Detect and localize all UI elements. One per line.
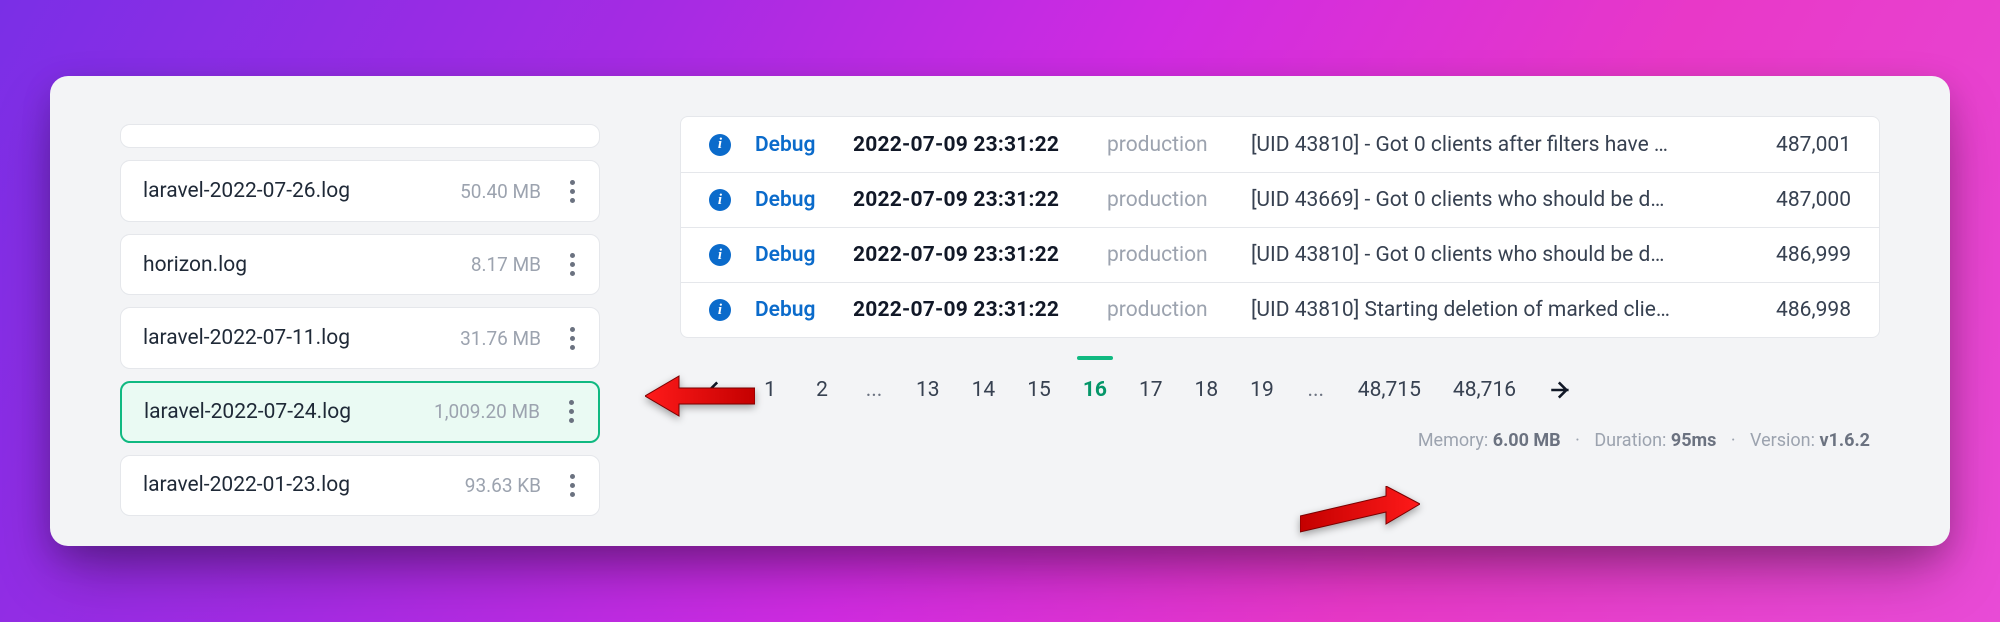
log-level: Debug: [755, 188, 829, 212]
file-row-placeholder: [120, 124, 600, 148]
main-panel: i Debug 2022-07-09 23:31:22 production [UID …: [680, 116, 1880, 516]
pager-page[interactable]: 16: [1071, 366, 1119, 414]
version-value: v1.6.2: [1819, 430, 1870, 451]
memory-value: 6.00 MB: [1493, 430, 1561, 451]
kebab-icon[interactable]: [559, 467, 585, 503]
log-env: production: [1107, 188, 1227, 212]
log-lineno: 487,001: [1741, 133, 1851, 157]
info-icon: i: [709, 299, 731, 321]
duration-label: Duration:: [1594, 430, 1671, 451]
file-sidebar: laravel-2022-07-26.log50.40 MB horizon.lo…: [120, 116, 600, 516]
separator-dot: ·: [1731, 430, 1736, 451]
log-timestamp: 2022-07-09 23:31:22: [853, 188, 1083, 212]
duration-value: 95ms: [1671, 430, 1717, 451]
file-size: 31.76 MB: [460, 327, 541, 350]
file-row[interactable]: laravel-2022-07-11.log31.76 MB: [120, 307, 600, 369]
log-lineno: 487,000: [1741, 188, 1851, 212]
log-timestamp: 2022-07-09 23:31:22: [853, 133, 1083, 157]
file-name: laravel-2022-01-23.log: [143, 473, 465, 497]
pager-page[interactable]: 17: [1127, 366, 1175, 414]
file-size: 50.40 MB: [460, 180, 541, 203]
file-size: 1,009.20 MB: [434, 400, 540, 423]
log-table: i Debug 2022-07-09 23:31:22 production [UID …: [680, 116, 1880, 338]
log-timestamp: 2022-07-09 23:31:22: [853, 243, 1083, 267]
log-env: production: [1107, 243, 1227, 267]
log-level: Debug: [755, 243, 829, 267]
log-env: production: [1107, 298, 1227, 322]
log-timestamp: 2022-07-09 23:31:22: [853, 298, 1083, 322]
pager-page[interactable]: 48,715: [1346, 366, 1433, 414]
app-card: laravel-2022-07-26.log50.40 MB horizon.lo…: [50, 76, 1950, 546]
version-label: Version:: [1750, 430, 1819, 451]
file-row[interactable]: laravel-2022-07-26.log50.40 MB: [120, 160, 600, 222]
file-row[interactable]: laravel-2022-01-23.log93.63 KB: [120, 455, 600, 517]
log-row[interactable]: i Debug 2022-07-09 23:31:22 production [UID …: [681, 117, 1879, 172]
pager-page[interactable]: 19: [1238, 366, 1286, 414]
pager-ellipsis: ...: [1294, 366, 1338, 414]
memory-label: Memory:: [1418, 430, 1493, 451]
kebab-icon[interactable]: [559, 173, 585, 209]
file-row[interactable]: laravel-2022-07-24.log1,009.20 MB: [120, 381, 600, 443]
info-icon: i: [709, 189, 731, 211]
info-icon: i: [709, 134, 731, 156]
file-size: 93.63 KB: [465, 474, 541, 497]
log-level: Debug: [755, 298, 829, 322]
pager-next[interactable]: [1536, 366, 1586, 414]
log-row[interactable]: i Debug 2022-07-09 23:31:22 production [UID …: [681, 172, 1879, 227]
log-env: production: [1107, 133, 1227, 157]
log-level: Debug: [755, 133, 829, 157]
file-name: horizon.log: [143, 253, 471, 277]
file-name: laravel-2022-07-11.log: [143, 326, 460, 350]
kebab-icon[interactable]: [559, 247, 585, 283]
pager-page[interactable]: 13: [904, 366, 952, 414]
separator-dot: ·: [1575, 430, 1580, 451]
pager-page[interactable]: 18: [1183, 366, 1231, 414]
log-lineno: 486,998: [1741, 298, 1851, 322]
file-row[interactable]: horizon.log8.17 MB: [120, 234, 600, 296]
log-message: [UID 43810] Starting deletion of marked …: [1251, 298, 1717, 322]
pager-ellipsis: ...: [852, 366, 896, 414]
file-name: laravel-2022-07-26.log: [143, 179, 460, 203]
log-message: [UID 43810] - Got 0 clients who should b…: [1251, 243, 1717, 267]
pagination: 12...13141516171819...48,71548,716: [680, 366, 1880, 414]
log-message: [UID 43810] - Got 0 clients after filter…: [1251, 133, 1717, 157]
app-inner: laravel-2022-07-26.log50.40 MB horizon.lo…: [50, 76, 1950, 546]
log-lineno: 486,999: [1741, 243, 1851, 267]
pager-page[interactable]: 48,716: [1441, 366, 1528, 414]
pager-prev[interactable]: [690, 366, 740, 414]
pager-page[interactable]: 2: [800, 366, 844, 414]
pager-page[interactable]: 15: [1015, 366, 1063, 414]
info-icon: i: [709, 244, 731, 266]
log-row[interactable]: i Debug 2022-07-09 23:31:22 production [UID …: [681, 282, 1879, 337]
footer-stats: Memory: 6.00 MB · Duration: 95ms · Versi…: [680, 430, 1880, 451]
kebab-icon[interactable]: [558, 394, 584, 430]
log-message: [UID 43669] - Got 0 clients who should b…: [1251, 188, 1717, 212]
pager-page[interactable]: 1: [748, 366, 792, 414]
log-row[interactable]: i Debug 2022-07-09 23:31:22 production [UID …: [681, 227, 1879, 282]
file-name: laravel-2022-07-24.log: [144, 400, 434, 424]
pager-page[interactable]: 14: [960, 366, 1008, 414]
kebab-icon[interactable]: [559, 320, 585, 356]
file-size: 8.17 MB: [471, 253, 541, 276]
